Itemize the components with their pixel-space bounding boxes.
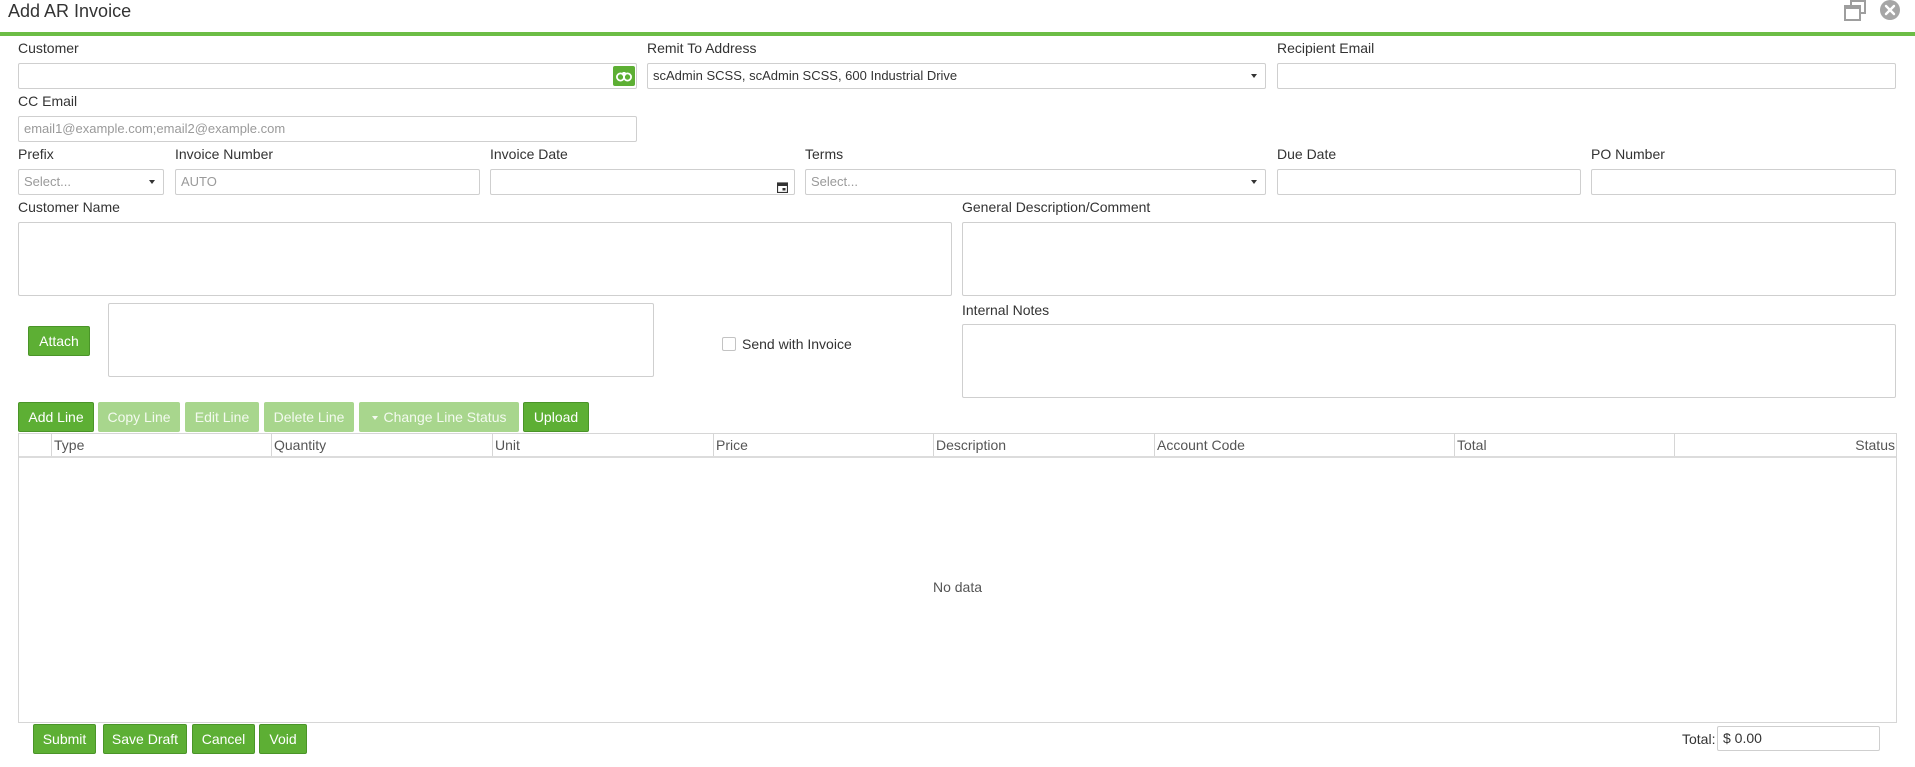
change-line-status-button[interactable]: Change Line Status <box>359 402 519 432</box>
internal-notes-textarea[interactable] <box>962 324 1896 398</box>
terms-label: Terms <box>805 146 844 162</box>
change-line-status-label: Change Line Status <box>383 409 507 425</box>
customer-input[interactable] <box>18 63 637 89</box>
column-header-quantity[interactable]: Quantity <box>272 434 326 456</box>
column-header-total[interactable]: Total <box>1455 434 1487 456</box>
calendar-icon[interactable] <box>776 177 789 194</box>
save-draft-button[interactable]: Save Draft <box>103 724 187 754</box>
prefix-placeholder: Select... <box>24 174 71 189</box>
total-value: $ 0.00 <box>1717 726 1880 751</box>
total-label: Total: <box>1682 731 1716 747</box>
general-description-label: General Description/Comment <box>962 199 1151 215</box>
terms-placeholder: Select... <box>811 174 858 189</box>
po-number-input[interactable] <box>1591 169 1896 195</box>
invoice-number-input[interactable]: AUTO <box>175 169 480 195</box>
no-data-message: No data <box>932 579 983 595</box>
close-icon[interactable] <box>1878 0 1902 22</box>
invoice-date-input[interactable] <box>490 169 795 195</box>
send-with-invoice-checkbox[interactable] <box>722 337 736 351</box>
prefix-select[interactable]: Select... <box>18 169 164 195</box>
po-number-label: PO Number <box>1591 146 1665 162</box>
header-separator <box>19 456 1896 458</box>
customer-name-textarea[interactable] <box>18 222 952 296</box>
due-date-label: Due Date <box>1277 146 1337 162</box>
recipient-email-label: Recipient Email <box>1277 40 1375 56</box>
remit-to-select[interactable]: scAdmin SCSS, scAdmin SCSS, 600 Industri… <box>647 63 1266 89</box>
send-with-invoice-label: Send with Invoice <box>742 336 852 352</box>
binoculars-icon[interactable] <box>613 66 635 86</box>
edit-line-button[interactable]: Edit Line <box>185 402 259 432</box>
column-header-type[interactable]: Type <box>52 434 84 456</box>
invoice-lines-grid: Type Quantity Unit Price Description Acc… <box>18 433 1897 723</box>
restore-window-icon[interactable] <box>1842 0 1868 22</box>
remit-to-value: scAdmin SCSS, scAdmin SCSS, 600 Industri… <box>653 68 958 83</box>
chevron-down-icon <box>149 180 155 184</box>
column-header-status[interactable]: Status <box>1675 434 1897 456</box>
cancel-button[interactable]: Cancel <box>192 724 255 754</box>
invoice-number-label: Invoice Number <box>175 146 274 162</box>
cc-email-input[interactable]: email1@example.com;email2@example.com <box>18 116 637 142</box>
chevron-down-icon <box>1251 180 1257 184</box>
title-accent-bar <box>0 32 1915 36</box>
terms-select[interactable]: Select... <box>805 169 1266 195</box>
recipient-email-input[interactable] <box>1277 63 1896 89</box>
invoice-date-label: Invoice Date <box>490 146 568 162</box>
prefix-label: Prefix <box>18 146 54 162</box>
customer-label: Customer <box>18 40 79 56</box>
due-date-input[interactable] <box>1277 169 1581 195</box>
window-title: Add AR Invoice <box>8 1 132 21</box>
copy-line-button[interactable]: Copy Line <box>98 402 180 432</box>
delete-line-button[interactable]: Delete Line <box>264 402 354 432</box>
attach-button[interactable]: Attach <box>28 326 90 356</box>
column-header-unit[interactable]: Unit <box>493 434 520 456</box>
cc-email-label: CC Email <box>18 93 78 109</box>
add-line-button[interactable]: Add Line <box>18 402 94 432</box>
attachments-box[interactable] <box>108 303 654 377</box>
internal-notes-label: Internal Notes <box>962 302 1050 318</box>
column-header-price[interactable]: Price <box>714 434 748 456</box>
customer-name-label: Customer Name <box>18 199 120 215</box>
remit-to-label: Remit To Address <box>647 40 757 56</box>
submit-button[interactable]: Submit <box>33 724 96 754</box>
column-header-account-code[interactable]: Account Code <box>1155 434 1245 456</box>
void-button[interactable]: Void <box>259 724 307 754</box>
caret-down-icon <box>371 416 378 421</box>
chevron-down-icon <box>1251 74 1257 78</box>
upload-button[interactable]: Upload <box>523 402 589 432</box>
general-description-textarea[interactable] <box>962 222 1896 296</box>
column-header-description[interactable]: Description <box>934 434 1006 456</box>
